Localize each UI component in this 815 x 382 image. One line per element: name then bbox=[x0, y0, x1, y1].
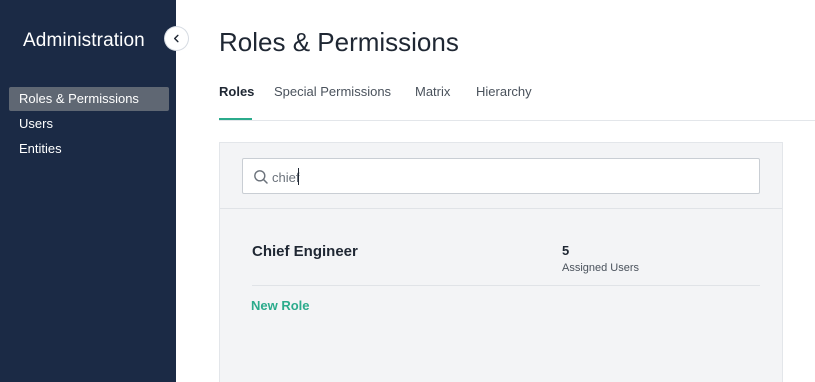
text-cursor bbox=[298, 168, 299, 185]
tab-bar: Roles Special Permissions Matrix Hierarc… bbox=[219, 84, 815, 121]
sidebar: Administration Roles & Permissions Users… bbox=[0, 0, 176, 382]
new-role-link[interactable]: New Role bbox=[251, 298, 310, 313]
chevron-left-icon bbox=[173, 34, 179, 43]
active-tab-indicator bbox=[219, 118, 252, 120]
search-box[interactable] bbox=[242, 158, 760, 194]
tab-matrix[interactable]: Matrix bbox=[415, 84, 450, 120]
sidebar-item-users[interactable]: Users bbox=[9, 112, 169, 136]
sidebar-item-entities[interactable]: Entities bbox=[9, 137, 169, 161]
role-name[interactable]: Chief Engineer bbox=[252, 243, 358, 260]
sidebar-collapse-button[interactable] bbox=[165, 27, 188, 50]
roles-panel-header bbox=[220, 143, 782, 209]
assigned-users-label: Assigned Users bbox=[562, 262, 640, 274]
role-row[interactable]: Chief Engineer 5 Assigned Users bbox=[252, 231, 760, 286]
tab-roles[interactable]: Roles bbox=[219, 84, 254, 120]
page-title: Roles & Permissions bbox=[219, 27, 459, 57]
tab-special-permissions[interactable]: Special Permissions bbox=[274, 84, 391, 120]
search-input[interactable] bbox=[272, 167, 742, 187]
sidebar-item-roles-permissions[interactable]: Roles & Permissions bbox=[9, 87, 169, 111]
sidebar-title: Administration bbox=[23, 30, 145, 51]
roles-panel: Chief Engineer 5 Assigned Users New Role bbox=[219, 142, 783, 382]
tab-hierarchy[interactable]: Hierarchy bbox=[476, 84, 532, 120]
search-icon bbox=[254, 170, 268, 184]
sidebar-nav: Roles & Permissions Users Entities bbox=[9, 87, 169, 162]
app-root: Administration Roles & Permissions Users… bbox=[0, 0, 815, 382]
assigned-users-count: 5 bbox=[562, 243, 570, 258]
